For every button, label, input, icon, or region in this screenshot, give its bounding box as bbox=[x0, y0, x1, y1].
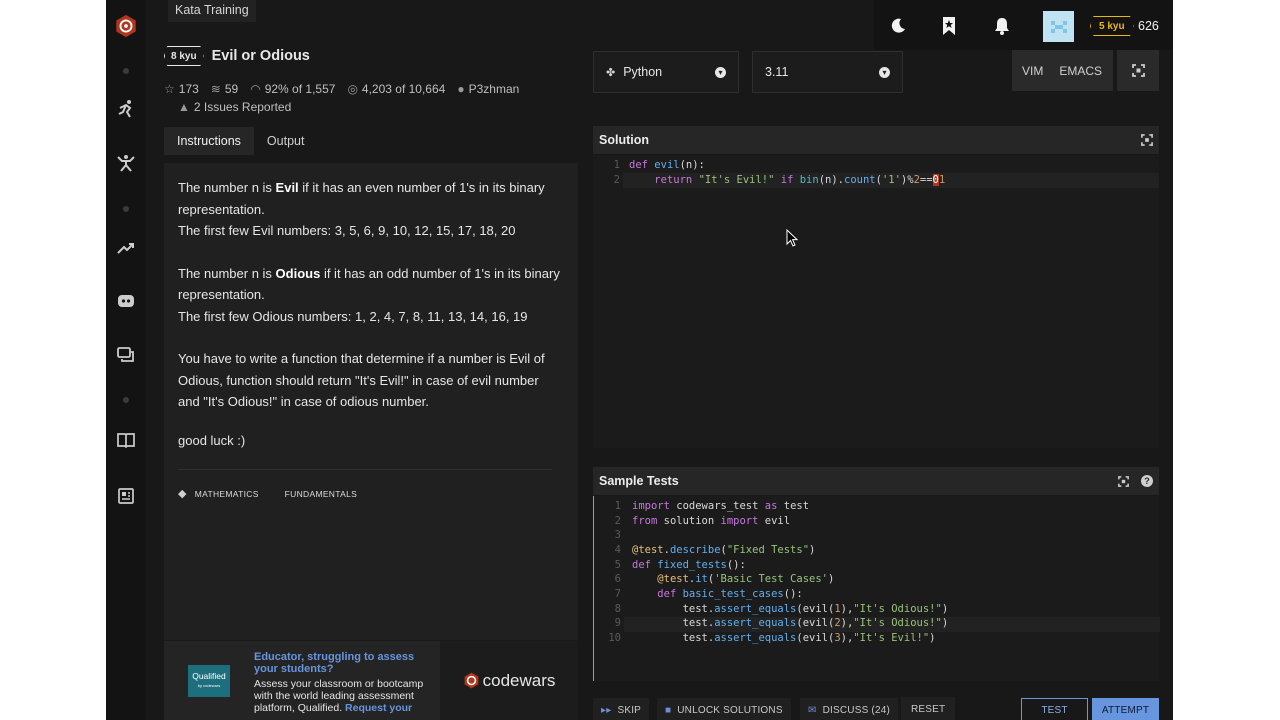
qualified-logo: Qualified by codewars bbox=[188, 664, 230, 697]
code-line: test.assert_equals(evil(2),"It's Odious!… bbox=[632, 617, 949, 629]
user-icon: ● bbox=[457, 82, 465, 96]
vim-button[interactable]: VIM bbox=[1012, 64, 1053, 78]
emacs-button[interactable]: EMACS bbox=[1053, 64, 1108, 78]
nav-separator bbox=[123, 397, 129, 403]
tab-instructions[interactable]: Instructions bbox=[164, 127, 254, 155]
promo-headline[interactable]: Educator, struggling to assess your stud… bbox=[254, 651, 440, 675]
user-honor[interactable]: 626 bbox=[1138, 19, 1159, 33]
promo-banner[interactable]: Qualified by codewars Educator, struggli… bbox=[164, 641, 578, 720]
solution-editor[interactable]: 1 2 def evil(n): return "It's Evil!" if … bbox=[593, 155, 1159, 448]
kata-title: Evil or Odious bbox=[211, 48, 310, 64]
unlock-solutions-button[interactable]: ■ UNLOCK SOLUTIONS bbox=[657, 698, 791, 720]
test-button[interactable]: TEST bbox=[1021, 698, 1088, 720]
code-line: def basic_test_cases(): bbox=[657, 588, 803, 600]
nav-separator bbox=[123, 68, 129, 74]
codewars-brand: codewars bbox=[482, 670, 556, 690]
bookmark-icon[interactable] bbox=[937, 14, 961, 38]
code-line: test.assert_equals(evil(1),"It's Odious!… bbox=[632, 603, 949, 615]
tab-output[interactable]: Output bbox=[254, 127, 318, 155]
sample-tests-header: Sample Tests ? bbox=[593, 467, 1159, 495]
fullscreen-button[interactable] bbox=[1117, 50, 1159, 91]
mouse-cursor-icon bbox=[786, 229, 798, 247]
desc-paragraph-evil: The number n is Evil if it has an even n… bbox=[178, 180, 545, 238]
trending-icon[interactable] bbox=[114, 236, 138, 260]
discuss-button[interactable]: ✉ DISCUSS (24) bbox=[800, 698, 899, 720]
user-rank-badge[interactable]: 5 kyu bbox=[1090, 16, 1134, 36]
expand-icon bbox=[1131, 64, 1145, 77]
dojo-icon[interactable] bbox=[114, 97, 138, 121]
tag-fundamentals[interactable]: FUNDAMENTALS bbox=[285, 484, 357, 506]
description-tabs: Instructions Output bbox=[164, 127, 317, 155]
desc-paragraph-task: You have to write a function that determ… bbox=[178, 351, 545, 409]
help-icon[interactable]: ? bbox=[1141, 475, 1153, 487]
target-icon: ◎ bbox=[347, 82, 358, 96]
code-line: def fixed_tests(): bbox=[632, 559, 746, 571]
collections-stat[interactable]: ≋ 59 bbox=[211, 82, 238, 96]
code-line: @test.describe("Fixed Tests") bbox=[632, 544, 816, 556]
news-icon[interactable] bbox=[114, 484, 138, 508]
bell-icon[interactable] bbox=[990, 14, 1014, 38]
tag-icon: ◆ bbox=[178, 488, 187, 500]
code-line: @test.it('Basic Test Cases') bbox=[657, 573, 835, 585]
chevron-down-icon: ▾ bbox=[715, 66, 726, 78]
reset-button[interactable]: RESET bbox=[901, 697, 956, 720]
expand-icon[interactable] bbox=[1141, 134, 1153, 146]
star-icon: ☆ bbox=[164, 82, 175, 96]
version-select[interactable]: 3.11 ▾ bbox=[752, 51, 903, 93]
app-window: Kata Training 8 kyu Evil or Odious ☆ 173 … bbox=[106, 0, 1173, 720]
warning-icon: ▲ bbox=[178, 100, 190, 114]
code-line: test.assert_equals(evil(3),"It's Evil!") bbox=[632, 632, 936, 644]
code-line: return "It's Evil!" if bin(n).count('1')… bbox=[654, 174, 946, 186]
nav-separator bbox=[123, 206, 129, 212]
kata-stats: ☆ 173 ≋ 59 ◠ 92% of 1,557 ◎ 4,203 of 10,664 … bbox=[164, 82, 519, 96]
breadcrumb[interactable]: Kata Training bbox=[168, 0, 256, 22]
discord-icon[interactable] bbox=[114, 289, 138, 313]
chat-icon[interactable] bbox=[114, 343, 138, 367]
solution-header: Solution bbox=[593, 126, 1159, 154]
desc-paragraph-odious: The number n is Odious if it has an odd … bbox=[178, 265, 560, 324]
codewars-logo-icon[interactable] bbox=[114, 14, 138, 38]
keybinding-toggle: VIM EMACS bbox=[1012, 50, 1113, 91]
chevron-down-icon: ▾ bbox=[879, 66, 890, 78]
moon-icon[interactable] bbox=[886, 14, 910, 38]
lock-icon: ■ bbox=[665, 704, 672, 716]
attempt-button[interactable]: ATTEMPT bbox=[1092, 698, 1159, 720]
code-line: import codewars_test as test bbox=[632, 500, 810, 512]
python-icon: ✤ bbox=[606, 66, 616, 79]
skip-button[interactable]: ▸▸ SKIP bbox=[593, 698, 650, 720]
layers-icon: ≋ bbox=[210, 82, 221, 96]
side-nav bbox=[106, 0, 146, 720]
tag-mathematics[interactable]: MATHEMATICS bbox=[195, 484, 259, 506]
comments-icon: ✉ bbox=[808, 704, 817, 716]
kata-icon[interactable] bbox=[114, 151, 138, 175]
author-link[interactable]: ● P3zhman bbox=[457, 82, 519, 96]
skip-icon: ▸▸ bbox=[601, 704, 612, 716]
kata-rank-badge: 8 kyu bbox=[164, 46, 204, 66]
avatar[interactable] bbox=[1043, 11, 1074, 42]
completed-stat: ◎ 4,203 of 10,664 bbox=[347, 82, 446, 96]
code-line: def evil(n): bbox=[629, 159, 705, 171]
issues-link[interactable]: ▲ 2 Issues Reported bbox=[178, 100, 291, 114]
promo-link[interactable]: Request your bbox=[345, 702, 412, 714]
codewars-brand-icon bbox=[464, 672, 478, 689]
language-select[interactable]: ✤ Python ▾ bbox=[593, 51, 739, 93]
code-line: from solution import evil bbox=[632, 515, 791, 527]
gauge-icon: ◠ bbox=[250, 82, 261, 96]
tag-list: ◆ MATHEMATICS FUNDAMENTALS bbox=[178, 484, 564, 506]
desc-paragraph-luck: good luck :) bbox=[178, 432, 246, 448]
divider bbox=[178, 469, 552, 470]
satisfaction-stat: ◠ 92% of 1,557 bbox=[250, 82, 336, 96]
stars-stat[interactable]: ☆ 173 bbox=[164, 82, 199, 96]
tests-editor[interactable]: 1 2 3 4 5 6 7 8 9 10 import codewars_tes… bbox=[593, 496, 1160, 681]
book-icon[interactable] bbox=[114, 428, 138, 452]
expand-icon[interactable] bbox=[1118, 475, 1129, 487]
kata-description: The number n is Evil if it has an even n… bbox=[164, 163, 578, 640]
